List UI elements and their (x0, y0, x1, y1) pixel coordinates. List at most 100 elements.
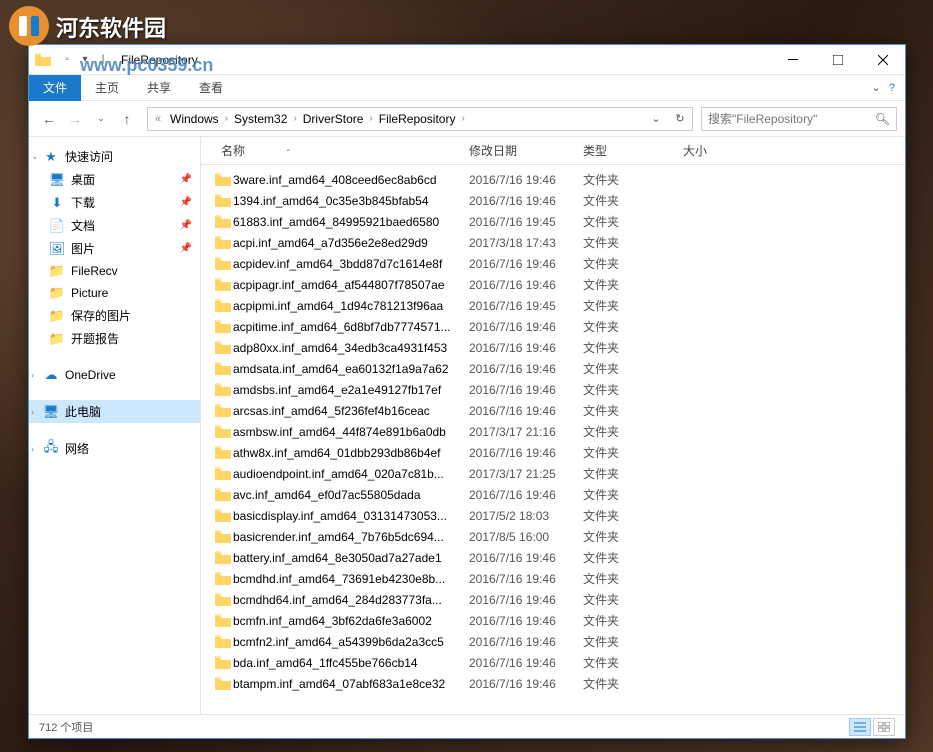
refresh-button[interactable]: ↻ (668, 108, 692, 130)
file-row[interactable]: asmbsw.inf_amd64_44f874e891b6a0db2017/3/… (213, 421, 905, 442)
sidebar: ⌄ ★ 快速访问 🖥桌面📌⬇下载📌📄文档📌🖼图片📌📁FileRecv📁Pictu… (29, 137, 201, 714)
file-name: bda.inf_amd64_1ffc455be766cb14 (233, 656, 469, 670)
file-row[interactable]: bcmdhd64.inf_amd64_284d283773fa...2016/7… (213, 589, 905, 610)
search-input[interactable] (708, 112, 875, 126)
close-button[interactable] (860, 45, 905, 75)
view-icons-button[interactable] (873, 718, 895, 736)
file-type: 文件夹 (583, 486, 683, 503)
breadcrumb-root-chevron[interactable]: « (148, 113, 168, 125)
ribbon-tab-file[interactable]: 文件 (29, 75, 81, 101)
file-row[interactable]: battery.inf_amd64_8e3050ad7a27ade12016/7… (213, 547, 905, 568)
icons-view-icon (878, 722, 890, 732)
file-name: bcmfn.inf_amd64_3bf62da6fe3a6002 (233, 614, 469, 628)
ribbon-tab-view[interactable]: 查看 (185, 75, 237, 101)
file-row[interactable]: bcmfn.inf_amd64_3bf62da6fe3a60022016/7/1… (213, 610, 905, 631)
chevron-right-icon[interactable]: › (365, 113, 376, 124)
sidebar-item[interactable]: 🖼图片📌 (29, 237, 200, 260)
file-type: 文件夹 (583, 675, 683, 692)
file-type: 文件夹 (583, 213, 683, 230)
file-row[interactable]: arcsas.inf_amd64_5f236fef4b16ceac2016/7/… (213, 400, 905, 421)
sidebar-item[interactable]: ⬇下载📌 (29, 191, 200, 214)
file-row[interactable]: acpi.inf_amd64_a7d356e2e8ed29d92017/3/18… (213, 232, 905, 253)
breadcrumb-item[interactable]: DriverStore (301, 112, 366, 126)
file-type: 文件夹 (583, 318, 683, 335)
chevron-right-icon[interactable]: › (31, 407, 34, 417)
file-date: 2016/7/16 19:46 (469, 362, 583, 376)
file-date: 2016/7/16 19:45 (469, 215, 583, 229)
file-name: basicdisplay.inf_amd64_03131473053... (233, 509, 469, 523)
chevron-right-icon[interactable]: › (31, 370, 34, 380)
column-header-size[interactable]: 大小 (675, 142, 755, 159)
file-list: 3ware.inf_amd64_408ceed6ec8ab6cd2016/7/1… (201, 165, 905, 714)
folder-icon (213, 677, 233, 690)
column-header-type[interactable]: 类型 (575, 142, 675, 159)
address-bar[interactable]: « Windows›System32›DriverStore›FileRepos… (147, 107, 693, 131)
file-row[interactable]: bcmdhd.inf_amd64_73691eb4230e8b...2016/7… (213, 568, 905, 589)
chevron-right-icon[interactable]: › (457, 113, 468, 124)
folder-icon (213, 488, 233, 501)
file-date: 2016/7/16 19:46 (469, 341, 583, 355)
sidebar-item[interactable]: 📁保存的图片 (29, 304, 200, 327)
ribbon-tab-share[interactable]: 共享 (133, 75, 185, 101)
file-date: 2017/3/17 21:16 (469, 425, 583, 439)
sidebar-item[interactable]: 📁FileRecv (29, 260, 200, 282)
search-box[interactable]: 🔍︎ (701, 107, 897, 131)
file-row[interactable]: basicdisplay.inf_amd64_03131473053...201… (213, 505, 905, 526)
quick-access-toolbar-icon[interactable]: ▫ (61, 54, 73, 66)
watermark-url: www.pc0359.cn (80, 55, 213, 76)
sidebar-item[interactable]: 📄文档📌 (29, 214, 200, 237)
file-row[interactable]: audioendpoint.inf_amd64_020a7c81b...2017… (213, 463, 905, 484)
sidebar-this-pc[interactable]: › 🖥 此电脑 (29, 400, 200, 423)
file-row[interactable]: 3ware.inf_amd64_408ceed6ec8ab6cd2016/7/1… (213, 169, 905, 190)
breadcrumb-item[interactable]: System32 (232, 112, 289, 126)
navbar: ← → ⌄ ↑ « Windows›System32›DriverStore›F… (29, 101, 905, 137)
sidebar-onedrive[interactable]: › ☁ OneDrive (29, 364, 200, 386)
file-row[interactable]: acpidev.inf_amd64_3bdd87d7c1614e8f2016/7… (213, 253, 905, 274)
chevron-down-icon[interactable]: ⌄ (31, 151, 39, 162)
file-row[interactable]: adp80xx.inf_amd64_34edb3ca4931f4532016/7… (213, 337, 905, 358)
folder-icon (35, 53, 51, 66)
file-row[interactable]: acpipagr.inf_amd64_af544807f78507ae2016/… (213, 274, 905, 295)
file-row[interactable]: acpitime.inf_amd64_6d8bf7db7774571...201… (213, 316, 905, 337)
file-row[interactable]: amdsbs.inf_amd64_e2a1e49127fb17ef2016/7/… (213, 379, 905, 400)
ribbon-tab-home[interactable]: 主页 (81, 75, 133, 101)
sidebar-network[interactable]: › 🖧 网络 (29, 437, 200, 460)
file-row[interactable]: bcmfn2.inf_amd64_a54399b6da2a3cc52016/7/… (213, 631, 905, 652)
column-header-name[interactable]: 名称⌃ (213, 142, 461, 159)
file-row[interactable]: acpipmi.inf_amd64_1d94c781213f96aa2016/7… (213, 295, 905, 316)
file-row[interactable]: 1394.inf_amd64_0c35e3b845bfab542016/7/16… (213, 190, 905, 211)
sidebar-item[interactable]: 📁开题报告 (29, 327, 200, 350)
view-details-button[interactable] (849, 718, 871, 736)
file-row[interactable]: amdsata.inf_amd64_ea60132f1a9a7a622016/7… (213, 358, 905, 379)
chevron-right-icon[interactable]: › (31, 444, 34, 454)
file-row[interactable]: athw8x.inf_amd64_01dbb293db86b4ef2016/7/… (213, 442, 905, 463)
column-header-date[interactable]: 修改日期 (461, 142, 575, 159)
file-row[interactable]: 61883.inf_amd64_84995921baed65802016/7/1… (213, 211, 905, 232)
file-row[interactable]: btampm.inf_amd64_07abf683a1e8ce322016/7/… (213, 673, 905, 694)
file-row[interactable]: avc.inf_amd64_ef0d7ac55805dada2016/7/16 … (213, 484, 905, 505)
sidebar-item-label: 桌面 (71, 171, 95, 188)
sidebar-item[interactable]: 📁Picture (29, 282, 200, 304)
address-dropdown-button[interactable]: ⌄ (644, 108, 668, 130)
search-icon[interactable]: 🔍︎ (875, 112, 890, 126)
breadcrumb-item[interactable]: Windows (168, 112, 221, 126)
breadcrumb-item[interactable]: FileRepository (377, 112, 458, 126)
file-row[interactable]: basicrender.inf_amd64_7b76b5dc694...2017… (213, 526, 905, 547)
file-type: 文件夹 (583, 402, 683, 419)
nav-up-button[interactable]: ↑ (115, 107, 139, 131)
file-row[interactable]: bda.inf_amd64_1ffc455be766cb142016/7/16 … (213, 652, 905, 673)
chevron-right-icon[interactable]: › (289, 113, 300, 124)
nav-back-button[interactable]: ← (37, 107, 61, 131)
maximize-button[interactable] (815, 45, 860, 75)
file-type: 文件夹 (583, 444, 683, 461)
ribbon-expand-icon[interactable]: ⌄ (872, 81, 881, 94)
minimize-button[interactable] (770, 45, 815, 75)
nav-forward-button[interactable]: → (63, 107, 87, 131)
watermark-logo-icon (4, 4, 54, 49)
sidebar-item[interactable]: 🖥桌面📌 (29, 168, 200, 191)
nav-history-dropdown[interactable]: ⌄ (89, 107, 113, 131)
chevron-right-icon[interactable]: › (221, 113, 232, 124)
file-type: 文件夹 (583, 423, 683, 440)
help-icon[interactable]: ? (889, 82, 895, 94)
sidebar-quick-access[interactable]: ⌄ ★ 快速访问 (29, 145, 200, 168)
